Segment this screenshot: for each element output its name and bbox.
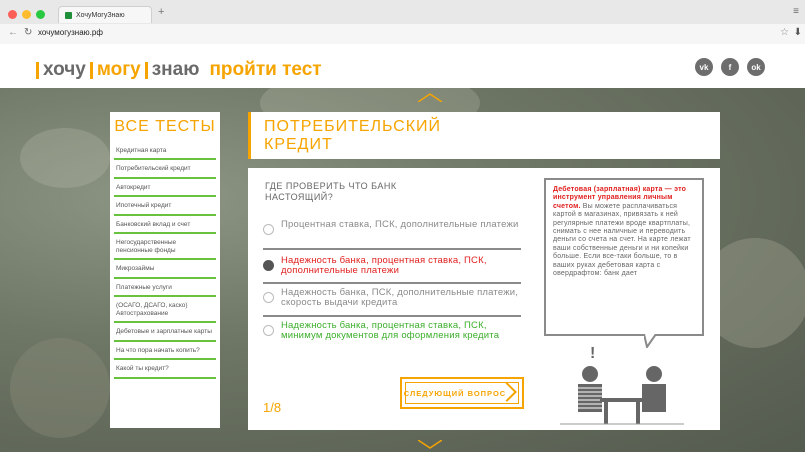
logo-word-2: могу (96, 59, 141, 80)
answer-option-1[interactable]: Процентная ставка, ПСК, дополнительные п… (263, 219, 523, 235)
radio-button[interactable] (263, 292, 274, 303)
exclamation-mark: ! (590, 345, 595, 362)
test-title-box: ПОТРЕБИТЕЛЬСКИЙ КРЕДИТ (248, 112, 720, 159)
address-bar: ← ↻ хочумогузнаю.рф ☆ ⬇ (0, 24, 805, 44)
browser-chrome: ХочуМогуЗнаю + ≡ ← ↻ хочумогузнаю.рф ☆ ⬇ (0, 0, 805, 45)
info-text: Вы можете расплачиваться картой в магази… (553, 202, 691, 277)
answer-option-3[interactable]: Надежность банка, ПСК, дополнительные пл… (263, 287, 523, 309)
answer-option-2[interactable]: Надежность банка, процентная ставка, ПСК… (263, 255, 523, 277)
answer-divider (263, 282, 521, 284)
tests-sidebar: ВСЕ ТЕСТЫ Кредитная карта Потребительски… (110, 112, 220, 428)
chevron-up-icon[interactable] (418, 92, 442, 102)
sidebar-item[interactable]: На что пора начать копить? (114, 342, 216, 361)
sidebar-item[interactable]: Кредитная карта (114, 142, 216, 161)
download-icon[interactable]: ⬇ (794, 27, 802, 38)
take-test-link[interactable]: пройти тест (209, 59, 321, 81)
answer-label: Процентная ставка, ПСК, дополнительные п… (281, 219, 519, 230)
answer-label: Надежность банка, ПСК, дополнительные пл… (281, 287, 519, 309)
test-title: ПОТРЕБИТЕЛЬСКИЙ КРЕДИТ (264, 118, 441, 153)
answer-label: Надежность банка, процентная ставка, ПСК… (281, 255, 487, 277)
url-field[interactable]: хочумогузнаю.рф (38, 28, 103, 37)
coin-shape (20, 128, 110, 188)
answer-option-4[interactable]: Надежность банка, процентная ставка, ПСК… (263, 320, 523, 342)
test-title-line-2: КРЕДИТ (264, 135, 333, 153)
sidebar-item[interactable]: Ипотечный кредит (114, 197, 216, 216)
browser-menu-icon[interactable]: ≡ (793, 6, 799, 17)
sidebar-title: ВСЕ ТЕСТЫ (114, 118, 216, 135)
sidebar-item[interactable]: Негосударственные пенсионные фонды (114, 234, 216, 261)
close-window-button[interactable] (8, 10, 17, 19)
tests-list: Кредитная карта Потребительский кредит А… (114, 142, 216, 379)
site-favicon-icon (65, 11, 72, 19)
logo-bar (89, 61, 93, 79)
question-counter: 1/8 (263, 400, 282, 415)
sidebar-item[interactable]: Автокредит (114, 179, 216, 198)
next-question-button[interactable]: СЛЕДУЮЩИЙ ВОПРОС (400, 377, 524, 409)
answer-label: Надежность банка, процентная ставка, ПСК… (281, 320, 500, 342)
facebook-icon[interactable]: f (721, 58, 739, 76)
sidebar-item[interactable]: Дебетовые и зарплатные карты (114, 323, 216, 342)
back-arrow-icon[interactable]: ← (8, 27, 18, 38)
answer-divider (263, 248, 521, 250)
new-tab-button[interactable]: + (158, 6, 164, 18)
question-text: ГДЕ ПРОВЕРИТЬ ЧТО БАНК НАСТОЯЩИЙ? (265, 181, 397, 202)
site-logo[interactable]: хочу могу знаю пройти тест (36, 59, 322, 81)
vk-icon[interactable]: vk (695, 58, 713, 76)
sidebar-item[interactable]: (ОСАГО, ДСАГО, каско) Автострахование (114, 297, 216, 324)
logo-word-3: знаю (151, 59, 200, 80)
two-people-talking-icon: ! (560, 345, 684, 425)
coin-shape (10, 338, 110, 438)
window-controls (8, 10, 45, 19)
sidebar-item[interactable]: Микрозаймы (114, 260, 216, 279)
test-title-line-1: ПОТРЕБИТЕЛЬСКИЙ (264, 118, 442, 135)
sidebar-item[interactable]: Какой ты кредит? (114, 360, 216, 379)
sidebar-item[interactable]: Банковский вклад и счет (114, 216, 216, 235)
minimize-window-button[interactable] (22, 10, 31, 19)
sidebar-item[interactable]: Потребительский кредит (114, 160, 216, 179)
logo-bar (144, 61, 148, 79)
tab-title: ХочуМогуЗнаю (76, 11, 125, 19)
logo-bar (36, 61, 39, 79)
maximize-window-button[interactable] (36, 10, 45, 19)
answer-divider (263, 315, 521, 317)
chevron-down-icon[interactable] (418, 440, 442, 450)
odnoklassniki-icon[interactable]: ok (747, 58, 765, 76)
radio-button[interactable] (263, 325, 274, 336)
site-header: хочу могу знаю пройти тест vk f ok (0, 44, 805, 88)
logo-word-1: хочу (43, 59, 86, 80)
browser-tab[interactable]: ХочуМогуЗнаю (58, 6, 152, 23)
question-card: ГДЕ ПРОВЕРИТЬ ЧТО БАНК НАСТОЯЩИЙ? Процен… (248, 168, 720, 430)
sidebar-item[interactable]: Платежные услуги (114, 279, 216, 298)
bookmark-star-icon[interactable]: ☆ (780, 27, 789, 38)
radio-button[interactable] (263, 224, 274, 235)
reload-icon[interactable]: ↻ (24, 27, 32, 38)
info-bubble: Дебетовая (зарплатная) карта — это инстр… (544, 178, 704, 336)
social-links: vk f ok (695, 58, 765, 76)
radio-button-selected[interactable] (263, 260, 274, 271)
